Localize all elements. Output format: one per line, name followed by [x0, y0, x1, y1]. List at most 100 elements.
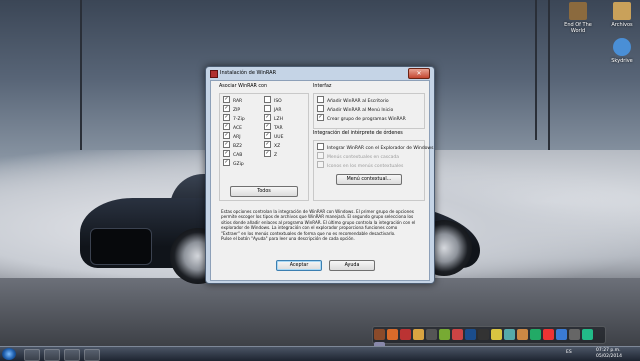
- dock-app-icon[interactable]: [374, 329, 385, 340]
- shell-groupbox: Integrar WinRAR con el Explorador de Win…: [313, 140, 433, 201]
- dock-app-icon[interactable]: [413, 329, 424, 340]
- checkbox-box: ✓: [264, 141, 271, 148]
- checkbox-z[interactable]: ✓ Z: [264, 150, 278, 158]
- checkbox-bz2[interactable]: ✓ BZ2: [223, 141, 243, 149]
- checkbox-cascaded-menus[interactable]: Menús contextuales en cascada: [317, 152, 399, 160]
- checkbox-arj[interactable]: ✓ ARJ: [223, 132, 241, 140]
- taskbar-app-icon[interactable]: [84, 349, 100, 361]
- tree-trunk: [535, 0, 537, 140]
- context-menu-button[interactable]: Menú contextual...: [336, 174, 402, 185]
- dock-app-icon[interactable]: [517, 329, 528, 340]
- taskbar-app-icon[interactable]: [64, 349, 80, 361]
- description-text: Estas opciones controlan la integración …: [221, 209, 417, 241]
- shell-group-label: Integración del intérprete de órdenes: [313, 131, 403, 136]
- taskbar-app-icon[interactable]: [24, 349, 40, 361]
- checkbox-context-icons[interactable]: Iconos en los menús contextuales: [317, 161, 404, 169]
- desktop-icon-skydrive[interactable]: Skydrive: [602, 38, 640, 64]
- dock-app-icon[interactable]: [478, 329, 489, 340]
- checkbox-create-group[interactable]: ✓ Crear grupo de programas WinRAR: [317, 114, 406, 122]
- dock-app-icon[interactable]: [582, 329, 593, 340]
- close-icon: ✕: [416, 70, 422, 77]
- checkbox-zip[interactable]: ✓ ZIP: [223, 105, 241, 113]
- dock-app-icon[interactable]: [569, 329, 580, 340]
- description-paragraph: Estas opciones controlan la integración …: [221, 209, 416, 236]
- checkbox-xz[interactable]: ✓ XZ: [264, 141, 280, 149]
- checkbox-7zip[interactable]: ✓ 7-Zip: [223, 114, 245, 122]
- interface-groupbox: Añadir WinRAR al Escritorio Añadir WinRA…: [313, 93, 425, 129]
- desktop-icon-label: Archivos: [611, 22, 633, 28]
- checkbox-label: CAB: [233, 153, 243, 158]
- folder-icon: [569, 2, 587, 20]
- checkbox-ace[interactable]: ✓ ACE: [223, 123, 242, 131]
- checkbox-label: ZIP: [233, 108, 241, 113]
- checkbox-label: Iconos en los menús contextuales: [327, 164, 404, 169]
- winrar-setup-dialog: Instalación de WinRAR ✕ Asociar WinRAR c…: [205, 66, 435, 284]
- dock-app-icon[interactable]: [543, 329, 554, 340]
- taskbar-app-icon[interactable]: [44, 349, 60, 361]
- checkbox-label: GZip: [233, 162, 244, 167]
- checkbox-box: ✓: [223, 159, 230, 166]
- checkbox-jar[interactable]: JAR: [264, 105, 282, 113]
- checkbox-box: [317, 96, 324, 103]
- photoshop-icon[interactable]: [465, 329, 476, 340]
- checkbox-box: [317, 143, 324, 150]
- dock-app-icon[interactable]: [439, 329, 450, 340]
- checkbox-label: JAR: [274, 108, 282, 113]
- checkbox-box: ✓: [223, 105, 230, 112]
- checkbox-box: ✓: [223, 123, 230, 130]
- help-button[interactable]: Ayuda: [329, 260, 375, 271]
- associate-group-label: Asociar WinRAR con: [219, 84, 268, 89]
- desktop-icon-archivos[interactable]: Archivos: [602, 2, 640, 28]
- close-button[interactable]: ✕: [408, 68, 430, 79]
- dock-app-icon[interactable]: [426, 329, 437, 340]
- clock-date[interactable]: 05/02/2014: [596, 354, 622, 359]
- clock-time[interactable]: 07:27 p.m.: [596, 348, 621, 353]
- checkbox-box: [264, 105, 271, 112]
- checkbox-integrate-explorer[interactable]: Integrar WinRAR con el Explorador de Win…: [317, 143, 433, 151]
- checkbox-label: BZ2: [233, 144, 243, 149]
- checkbox-box: ✓: [264, 123, 271, 130]
- dock-app-icon[interactable]: [530, 329, 541, 340]
- car-grille: [90, 228, 152, 265]
- desktop-icon-end-of-the-world[interactable]: End Of The World: [558, 2, 598, 34]
- dock-app-icon[interactable]: [504, 329, 515, 340]
- checkbox-box: ✓: [223, 132, 230, 139]
- checkbox-gzip[interactable]: ✓ GZip: [223, 159, 244, 167]
- dock-app-icon[interactable]: [452, 329, 463, 340]
- dock-app-icon[interactable]: [400, 329, 411, 340]
- dock-app-icon[interactable]: [491, 329, 502, 340]
- checkbox-add-start-menu[interactable]: Añadir WinRAR al Menú Inicio: [317, 105, 394, 113]
- select-all-button[interactable]: Todos: [230, 186, 298, 197]
- tree-trunk: [548, 0, 550, 150]
- dialog-title: Instalación de WinRAR: [220, 70, 277, 76]
- checkbox-label: Añadir WinRAR al Escritorio: [327, 99, 389, 104]
- start-button[interactable]: [2, 348, 16, 360]
- checkbox-cab[interactable]: ✓ CAB: [223, 150, 243, 158]
- interface-group-label: Interfaz: [313, 84, 332, 89]
- checkbox-label: UUE: [274, 135, 284, 140]
- checkbox-tar[interactable]: ✓ TAR: [264, 123, 283, 131]
- checkbox-rar[interactable]: ✓ RAR: [223, 96, 242, 104]
- title-bar[interactable]: Instalación de WinRAR ✕: [206, 67, 434, 79]
- checkbox-lzh[interactable]: ✓ LZH: [264, 114, 283, 122]
- checkbox-box: [264, 96, 271, 103]
- checkbox-iso[interactable]: ISO: [264, 96, 282, 104]
- checkbox-label: Z: [274, 153, 278, 158]
- dock-app-icon[interactable]: [556, 329, 567, 340]
- checkbox-label: Menús contextuales en cascada: [327, 155, 399, 160]
- desktop-icon-label: End Of The World: [564, 22, 592, 34]
- dock-app-icon[interactable]: [387, 329, 398, 340]
- ok-button[interactable]: Aceptar: [276, 260, 322, 271]
- checkbox-add-desktop[interactable]: Añadir WinRAR al Escritorio: [317, 96, 389, 104]
- checkbox-label: Añadir WinRAR al Menú Inicio: [327, 108, 394, 113]
- checkbox-uue[interactable]: ✓ UUE: [264, 132, 284, 140]
- language-indicator[interactable]: ES: [566, 350, 572, 355]
- checkbox-label: ACE: [233, 126, 242, 131]
- checkbox-label: ARJ: [233, 135, 241, 140]
- dialog-client-area: Asociar WinRAR con ✓ RAR ✓ ZIP ✓ 7-Zip ✓ ACE…: [210, 80, 433, 281]
- cloud-icon: [613, 38, 631, 56]
- checkbox-box: ✓: [223, 96, 230, 103]
- checkbox-box: [317, 152, 324, 159]
- folder-icon: [613, 2, 631, 20]
- checkbox-box: ✓: [223, 114, 230, 121]
